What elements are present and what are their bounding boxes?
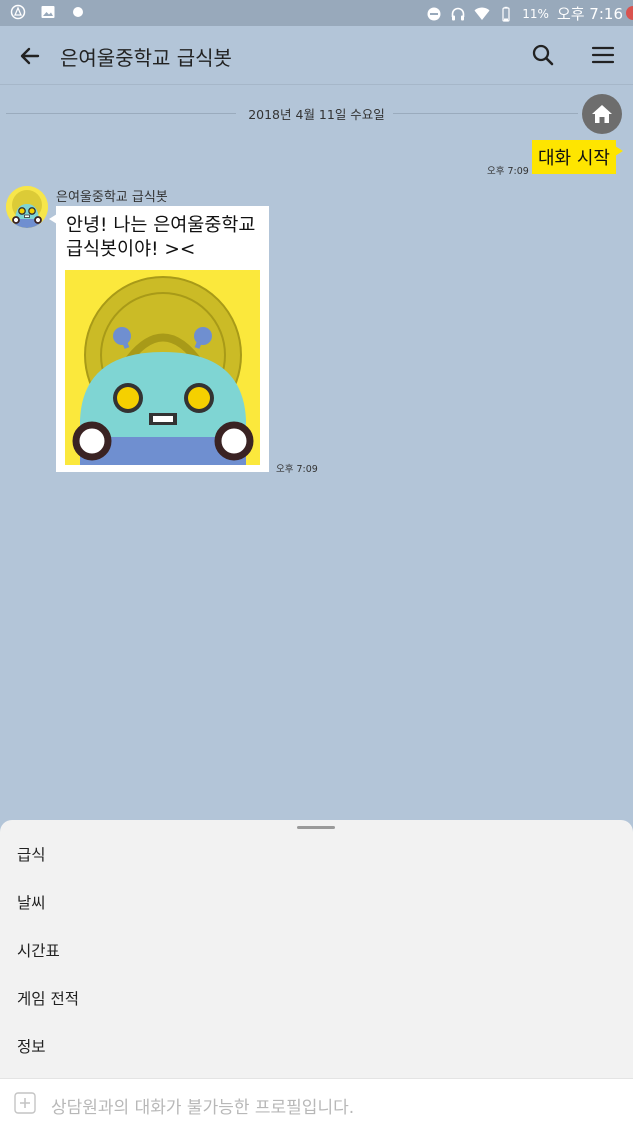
dnd-icon bbox=[427, 7, 441, 20]
incoming-message-bubble[interactable]: 안녕! 나는 은여울중학교 급식봇이야! >< bbox=[49, 206, 269, 472]
message-text: 대화 시작 bbox=[538, 148, 610, 169]
quick-menu-item-meal[interactable]: 급식 bbox=[0, 831, 633, 879]
status-clock: 오후 7:16 bbox=[556, 5, 623, 23]
bot-avatar-icon bbox=[6, 186, 48, 228]
notification-dot bbox=[626, 6, 633, 20]
quick-menu-item-game-record[interactable]: 게임 전적 bbox=[0, 975, 633, 1023]
search-icon[interactable] bbox=[527, 39, 559, 71]
status-bar: 11% 오후 7:16 bbox=[0, 0, 633, 26]
home-button[interactable] bbox=[582, 94, 622, 134]
bot-mascot-image[interactable] bbox=[65, 270, 260, 465]
quick-menu-item-timetable[interactable]: 시간표 bbox=[0, 927, 633, 975]
battery-icon bbox=[502, 6, 510, 22]
date-label: 2018년 4월 11일 수요일 bbox=[240, 107, 393, 122]
message-timestamp: 오후 7:09 bbox=[276, 464, 318, 475]
image-icon bbox=[41, 6, 55, 18]
plus-icon[interactable] bbox=[14, 1092, 36, 1114]
app-icon bbox=[10, 4, 26, 20]
arrow-left-icon[interactable] bbox=[14, 40, 46, 72]
sheet-grabber[interactable] bbox=[297, 826, 335, 829]
dot-icon bbox=[73, 7, 83, 17]
message-input-bar: 상담원과의 대화가 불가능한 프로필입니다. bbox=[0, 1078, 633, 1126]
avatar[interactable] bbox=[6, 186, 48, 228]
message-input[interactable]: 상담원과의 대화가 불가능한 프로필입니다. bbox=[51, 1093, 354, 1118]
outgoing-message-bubble[interactable]: 대화 시작 bbox=[532, 140, 623, 174]
date-divider: 2018년 4월 11일 수요일 bbox=[0, 103, 633, 123]
chat-title: 은여울중학교 급식봇 bbox=[60, 46, 232, 70]
hamburger-icon[interactable] bbox=[587, 39, 619, 71]
sender-name: 은여울중학교 급식봇 bbox=[56, 190, 168, 205]
quick-reply-sheet: 급식 날씨 시간표 게임 전적 정보 bbox=[0, 820, 633, 1078]
home-icon bbox=[592, 105, 612, 123]
headphones-icon bbox=[451, 7, 465, 20]
wifi-icon bbox=[474, 7, 490, 20]
app-bar: 은여울중학교 급식봇 bbox=[0, 26, 633, 85]
message-timestamp: 오후 7:09 bbox=[487, 166, 529, 177]
quick-menu-item-weather[interactable]: 날씨 bbox=[0, 879, 633, 927]
battery-percent: 11% bbox=[522, 6, 549, 21]
quick-menu-item-info[interactable]: 정보 bbox=[0, 1023, 633, 1071]
message-text: 안녕! 나는 은여울중학교 급식봇이야! >< bbox=[66, 215, 256, 260]
